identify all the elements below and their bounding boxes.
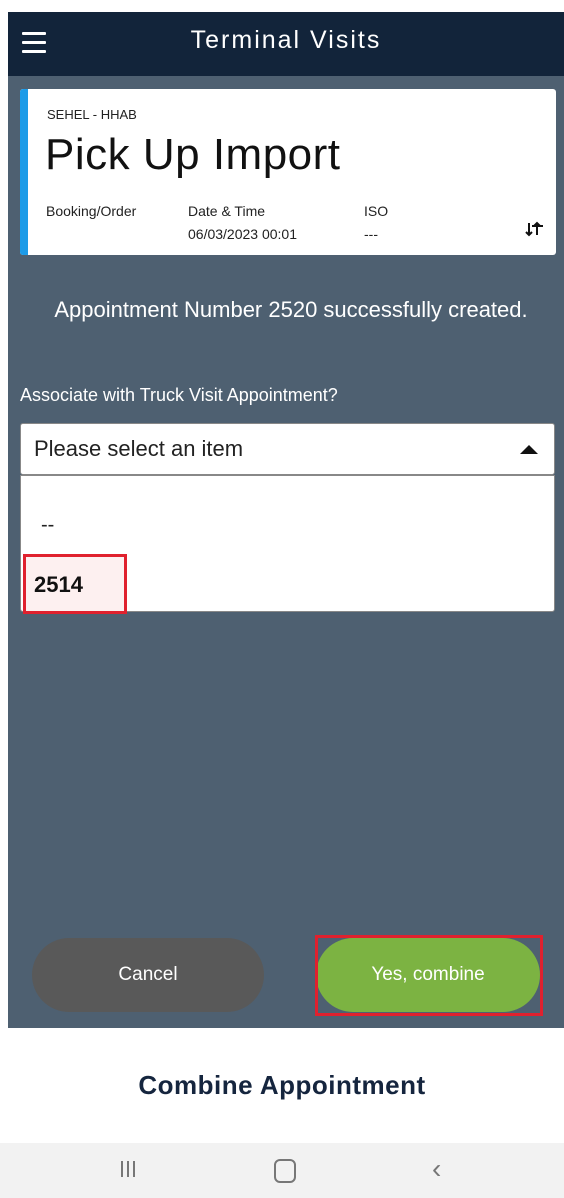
- success-message: Appointment Number 2520 successfully cre…: [54, 297, 528, 322]
- iso-label: ISO: [364, 203, 389, 219]
- dropdown-option-label: 2514: [34, 572, 83, 597]
- card-accent-bar: [20, 89, 28, 255]
- card-title: Pick Up Import: [45, 130, 341, 179]
- appointment-card: SEHEL - HHAB Pick Up Import Booking/Orde…: [20, 89, 556, 255]
- date-time-label: Date & Time: [188, 203, 266, 219]
- app-screen: Terminal Visits SEHEL - HHAB Pick Up Imp…: [8, 12, 564, 1028]
- associate-label: Associate with Truck Visit Appointment?: [20, 385, 338, 405]
- system-navigation-bar: ‹: [0, 1143, 564, 1198]
- card-subtitle: SEHEL - HHAB: [47, 107, 137, 122]
- back-icon[interactable]: ‹: [432, 1153, 441, 1185]
- truck-visit-select[interactable]: Please select an item: [20, 423, 555, 475]
- swap-arrows-icon[interactable]: [524, 219, 544, 237]
- home-icon[interactable]: [274, 1159, 296, 1183]
- yes-combine-button[interactable]: Yes, combine: [316, 938, 540, 1012]
- booking-order-label: Booking/Order: [46, 203, 137, 219]
- dropdown-option-2514[interactable]: 2514: [23, 554, 127, 614]
- cancel-button[interactable]: Cancel: [32, 938, 264, 1012]
- iso-value: ---: [364, 226, 378, 242]
- dropdown-option-empty[interactable]: --: [41, 514, 54, 537]
- caret-up-icon: [520, 445, 538, 454]
- date-time-value: 06/03/2023 00:01: [188, 226, 297, 242]
- select-placeholder: Please select an item: [34, 436, 244, 461]
- select-dropdown-list: -- 2514: [20, 475, 555, 614]
- combine-appointment-title: Combine Appointment: [138, 1070, 426, 1100]
- top-app-bar: Terminal Visits: [8, 12, 564, 76]
- recent-apps-icon[interactable]: [121, 1161, 141, 1179]
- page-title: Terminal Visits: [190, 26, 382, 54]
